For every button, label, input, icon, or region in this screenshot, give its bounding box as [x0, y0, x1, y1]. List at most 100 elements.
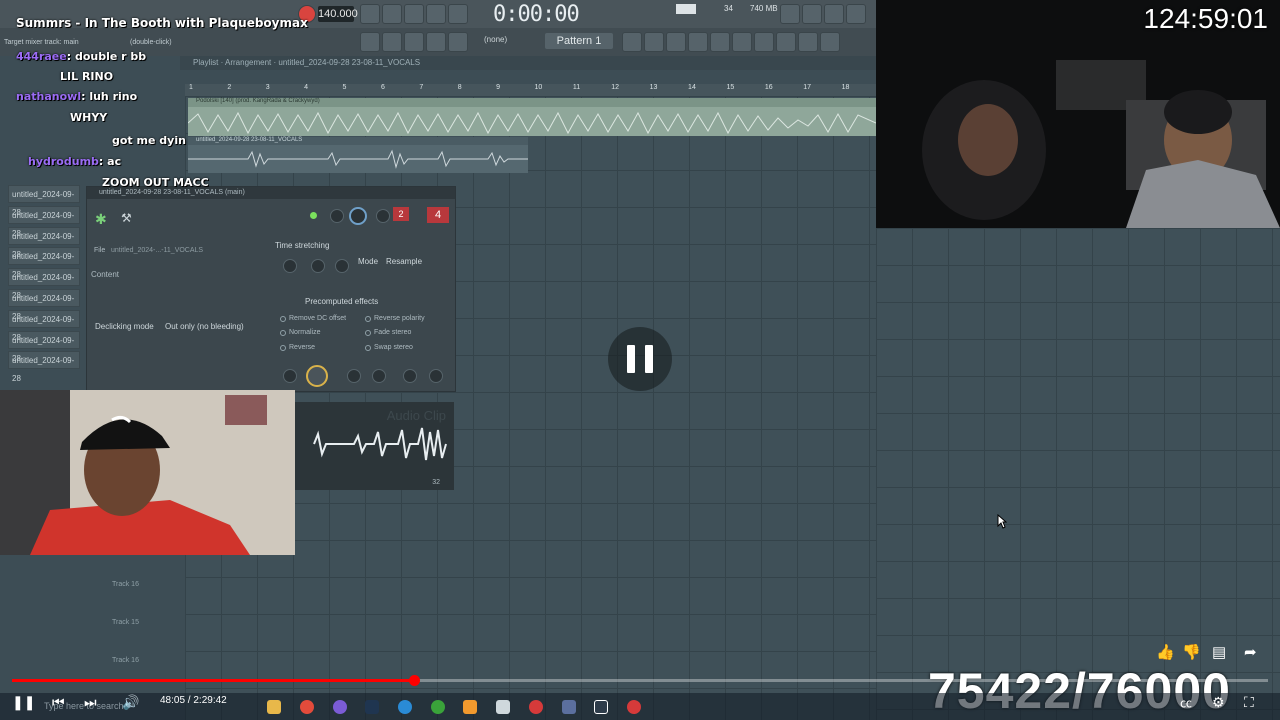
stretch-pitch-knob[interactable]	[283, 259, 297, 273]
timeline-ruler[interactable]: 1 2 3 4 5 6 7 8 9 10 11 12 13 14 15 16 17 18	[185, 84, 876, 96]
declick-select[interactable]: Out only (no bleeding)	[165, 322, 244, 331]
ruler-tick: 6	[380, 84, 385, 91]
undo-icon[interactable]	[780, 4, 800, 24]
chat-text: got me dyin	[112, 134, 186, 147]
stretch-time-knob[interactable]	[335, 259, 349, 273]
chat-message: hydrodumb: ac	[28, 155, 122, 168]
browser-icon[interactable]	[688, 32, 708, 52]
content-label: Content	[91, 270, 120, 279]
progress-fill	[12, 679, 414, 682]
fx-option[interactable]: Reverse	[289, 344, 315, 351]
channel-item[interactable]: untitled_2024-09-28	[8, 268, 80, 300]
fx-knob[interactable]	[429, 369, 443, 383]
wrench-icon[interactable]: ⚒	[121, 211, 132, 225]
fx-option[interactable]: Reverse polarity	[374, 315, 425, 322]
link-icon[interactable]	[426, 32, 446, 52]
ruler-tick: 2	[227, 84, 232, 91]
ruler-tick: 3	[265, 84, 270, 91]
radio[interactable]	[365, 316, 371, 322]
channel-item[interactable]: untitled_2024-09-28	[8, 309, 80, 342]
fx-option[interactable]: Remove DC offset	[289, 315, 346, 322]
waveform-icon[interactable]: ✱	[95, 211, 107, 228]
mic-icon[interactable]	[824, 4, 844, 24]
help-icon[interactable]	[846, 4, 866, 24]
pause-overlay[interactable]	[608, 327, 672, 391]
channel-item[interactable]: untitled_2024-09-28	[8, 351, 80, 383]
pause-button[interactable]: ❚❚	[12, 694, 35, 711]
channel-rack-icon[interactable]	[644, 32, 664, 52]
radio[interactable]	[365, 345, 371, 351]
pencil-icon[interactable]	[404, 32, 424, 52]
channel-item[interactable]: untitled_2024-09-28	[8, 205, 80, 238]
comment-icon[interactable]: ▤	[1212, 643, 1226, 661]
fx-knob[interactable]	[403, 369, 417, 383]
ruler-tick: 13	[649, 84, 658, 91]
channel-item[interactable]: untitled_2024-09-28	[8, 288, 80, 321]
mixer-icon[interactable]	[666, 32, 686, 52]
next-button[interactable]: ⏭	[84, 694, 97, 711]
stamp-icon[interactable]	[448, 32, 468, 52]
pan-knob[interactable]	[330, 209, 344, 223]
pattern-none-select[interactable]: (none)	[484, 35, 507, 44]
audio-clip-vocals[interactable]: untitled_2024-09-28 23-08-11_VOCALS	[188, 137, 528, 173]
radio[interactable]	[280, 345, 286, 351]
pitch-value[interactable]: 2	[393, 207, 409, 221]
file-value[interactable]: untitled_2024-...-11_VOCALS	[111, 247, 203, 254]
channel-item[interactable]: untitled_2024-09-28	[8, 330, 80, 363]
channel-item[interactable]: untitled_2024-09-28	[8, 185, 80, 217]
save-icon[interactable]	[732, 32, 752, 52]
fx-option[interactable]: Normalize	[289, 329, 321, 336]
plugin-icon[interactable]	[710, 32, 730, 52]
radio[interactable]	[280, 316, 286, 322]
fx-option[interactable]: Fade stereo	[374, 329, 411, 336]
captions-icon[interactable]: ㏄	[1180, 694, 1192, 711]
wrench-icon[interactable]	[776, 32, 796, 52]
stretch-mul-knob[interactable]	[311, 259, 325, 273]
ruler-tick: 5	[342, 84, 347, 91]
camera-icon[interactable]	[820, 32, 840, 52]
pitch-knob[interactable]	[376, 209, 390, 223]
metronome-icon[interactable]	[404, 4, 424, 24]
plug-icon[interactable]	[754, 32, 774, 52]
radio[interactable]	[280, 330, 286, 336]
ruler-tick: 15	[726, 84, 735, 91]
like-icon[interactable]: 👍	[1156, 643, 1175, 661]
channel-item[interactable]: untitled_2024-09-28	[8, 247, 80, 279]
volume-knob[interactable]	[349, 207, 367, 225]
length-knob[interactable]	[306, 365, 328, 387]
cut-icon[interactable]	[798, 32, 818, 52]
bpm-display[interactable]: 140.000	[318, 6, 358, 22]
arrow-icon[interactable]	[382, 32, 402, 52]
snap-icon[interactable]	[360, 4, 380, 24]
piano-roll-icon[interactable]	[622, 32, 642, 52]
fx-knob[interactable]	[372, 369, 386, 383]
blend-icon[interactable]	[448, 4, 468, 24]
file-label: File	[94, 247, 106, 254]
on-led[interactable]	[310, 212, 317, 219]
mode-select[interactable]: Resample	[386, 257, 422, 266]
fx-knob[interactable]	[347, 369, 361, 383]
share-icon[interactable]: ➦	[1244, 643, 1257, 661]
chat-message: 444raee: double r bb	[16, 50, 147, 63]
pattern-selector[interactable]: Pattern 1	[545, 33, 613, 49]
fx-option[interactable]: Swap stereo	[374, 344, 413, 351]
volume-icon[interactable]: 🔊	[122, 694, 139, 711]
audio-clip-beat[interactable]: Podolski [140] (prod. KangRada & Crackyw…	[188, 98, 876, 136]
chat-text: ac	[107, 155, 122, 168]
progress-bar[interactable]	[12, 675, 1268, 686]
playlist-icon[interactable]	[360, 32, 380, 52]
loop-icon[interactable]	[382, 4, 402, 24]
mixer-track-value[interactable]: 4	[427, 207, 449, 223]
tools-icon[interactable]	[802, 4, 822, 24]
radio[interactable]	[365, 330, 371, 336]
mode-label: Mode	[358, 257, 379, 266]
ruler-tick: 10	[534, 84, 543, 91]
keyboard-icon[interactable]	[426, 4, 446, 24]
dislike-icon[interactable]: 👎	[1182, 643, 1201, 661]
fx-knob[interactable]	[283, 369, 297, 383]
fullscreen-icon[interactable]: ⛶	[1244, 694, 1254, 711]
channel-item[interactable]: untitled_2024-09-28	[8, 226, 80, 259]
settings-icon[interactable]: ⚙	[1212, 694, 1225, 711]
progress-handle[interactable]	[408, 675, 420, 686]
previous-button[interactable]: ⏮	[52, 694, 65, 711]
